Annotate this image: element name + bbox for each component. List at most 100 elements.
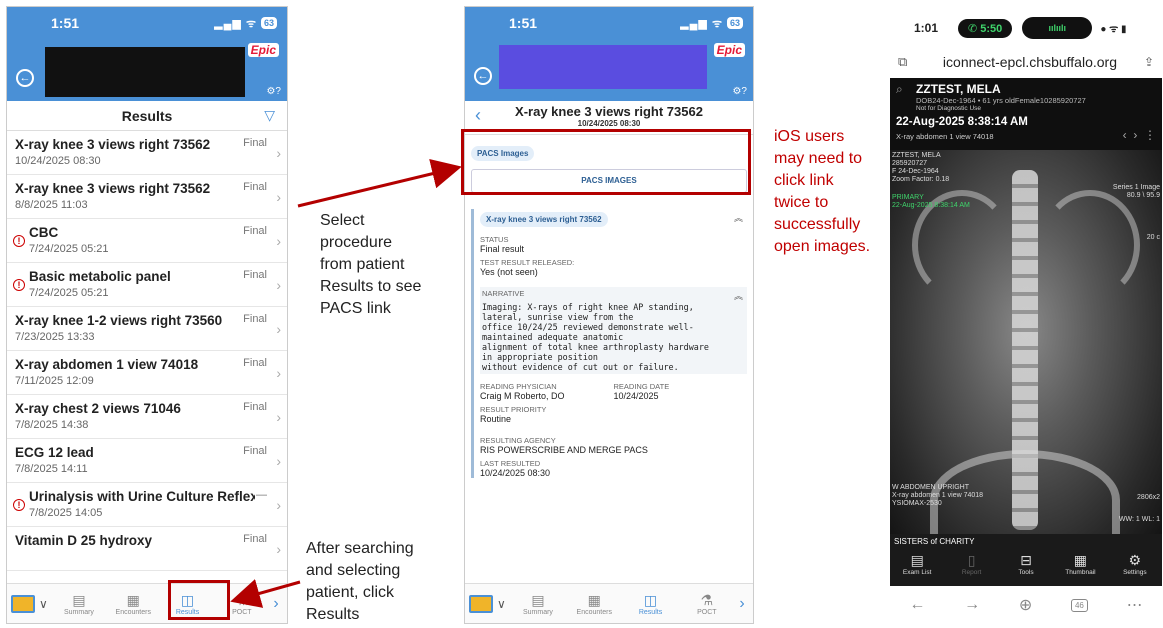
tab-encounters[interactable]: ▦ Encounters — [566, 592, 622, 616]
collapse-icon[interactable]: ︽ — [734, 289, 743, 302]
results-tab-highlight — [168, 580, 230, 620]
folder-icon[interactable] — [11, 594, 35, 613]
result-row[interactable]: ECG 12 lead 7/8/2025 14:11 Final › — [7, 439, 287, 483]
reading-info: READING PHYSICIAN Craig M Roberto, DO RE… — [480, 374, 747, 401]
result-status: Final — [243, 533, 267, 545]
phone-results-screen: 1:51 ▂▄▆ ᯤ 63 ← Epic ⚙? Results ▽ X-ray … — [6, 6, 288, 624]
section-chip: X-ray knee 3 views right 73562 — [480, 212, 608, 227]
epic-logo: Epic — [247, 43, 279, 57]
tab-results[interactable]: ◫ Results — [622, 592, 678, 616]
result-date: 7/8/2025 14:38 — [15, 419, 89, 431]
signal-icon: ▂▄▆ ᯤ — [214, 17, 257, 30]
status-value: Final result — [480, 244, 525, 254]
xray-image[interactable]: ZZTEST, MELA 285920727 F 24-Dec-1964 Zoo… — [890, 150, 1162, 548]
chevron-down-icon[interactable]: ∨ — [497, 597, 506, 611]
chevron-down-icon[interactable]: ∨ — [39, 597, 48, 611]
settings-gear-icon[interactable]: ⚙? — [732, 86, 747, 97]
encounters-icon: ▦ — [587, 591, 601, 608]
result-row[interactable]: X-ray knee 3 views right 73562 10/24/2025… — [7, 131, 287, 175]
overlay-bottom-left: W ABDOMEN UPRIGHT X-ray abdomen 1 view 7… — [892, 484, 984, 507]
patient-header: ⌕ ZZTEST, MELA DOB24-Dec-1964 • 61 yrs o… — [890, 78, 1162, 112]
more-dots-icon[interactable]: ⋯ — [1127, 595, 1143, 615]
result-status: Final — [243, 401, 267, 413]
alert-icon: ! — [13, 499, 25, 511]
chevron-right-icon: › — [276, 233, 281, 249]
forward-arrow-icon[interactable]: → — [964, 596, 980, 614]
tabs-count-icon[interactable]: 46 — [1070, 598, 1088, 612]
result-row[interactable]: ! Basic metabolic panel 7/24/2025 05:21 Fin… — [7, 263, 287, 307]
filter-icon[interactable]: ▽ — [264, 107, 275, 124]
settings-button[interactable]: ⚙ Settings — [1108, 548, 1162, 586]
tab-overview-icon[interactable]: ⧉ — [898, 54, 916, 70]
app-header: ← Epic ⚙? — [7, 39, 287, 101]
released-label: TEST RESULT RELEASED: — [480, 258, 575, 267]
chevron-right-icon[interactable]: › — [269, 595, 283, 613]
back-arrow-icon[interactable]: ← — [474, 67, 492, 85]
result-date: 7/24/2025 05:21 — [29, 243, 109, 255]
collapse-icon[interactable]: ︽ — [734, 211, 743, 224]
thumbnail-button[interactable]: ▦ Thumbnail — [1053, 548, 1107, 586]
summary-icon: ▤ — [72, 591, 86, 608]
report-button[interactable]: ▯ Report — [944, 548, 998, 586]
result-name: X-ray chest 2 views 71046 — [15, 401, 181, 416]
status-bar: 1:01 ✆ 5:50 ıılıılı ● ᯤ ▮ — [890, 10, 1162, 46]
tools-button[interactable]: ⊟ Tools — [999, 548, 1053, 586]
status-bar: 1:51 ▂▄▆ ᯤ 63 — [465, 7, 753, 39]
pacs-link-highlight — [461, 129, 751, 195]
redacted-patient-banner — [45, 47, 245, 97]
dynamic-island: ıılıılı — [1022, 17, 1093, 39]
chevron-right-icon: › — [276, 189, 281, 205]
new-tab-plus-icon[interactable]: ⊕ — [1019, 595, 1032, 615]
study-description: X-ray abdomen 1 view 74018 — [896, 132, 994, 141]
browser-nav-bar: ← → ⊕ 46 ⋯ — [890, 586, 1162, 624]
folder-icon[interactable] — [469, 594, 493, 613]
exam-list-icon: ▤ — [910, 552, 924, 568]
chevron-right-icon: › — [276, 409, 281, 425]
settings-gear-icon[interactable]: ⚙? — [266, 86, 281, 97]
study-nav-arrows[interactable]: ‹ › ⋮ — [1123, 128, 1156, 142]
tab-summary[interactable]: ▤ Summary — [52, 592, 106, 616]
status-time: 1:51 — [509, 15, 538, 31]
result-row[interactable]: ! Urinalysis with Urine Culture Reflex 7/8… — [7, 483, 287, 527]
overlay-primary: PRIMARY 22-Aug-2025 8:38:14 AM — [892, 194, 970, 209]
tab-poct[interactable]: ⚗ POCT — [679, 592, 735, 616]
poct-icon: ⚗ — [700, 591, 714, 608]
reading-physician-label: READING PHYSICIAN — [480, 382, 557, 391]
chevron-right-icon: › — [276, 453, 281, 469]
search-icon[interactable]: ⌕ — [896, 82, 903, 97]
chevron-right-icon: › — [276, 365, 281, 381]
result-row[interactable]: Vitamin D 25 hydroxy Final › — [7, 527, 287, 571]
chevron-right-icon: › — [276, 321, 281, 337]
tab-encounters[interactable]: ▦ Encounters — [106, 592, 160, 616]
phone-pacs-viewer-screen: 1:01 ✆ 5:50 ıılıılı ● ᯤ ▮ ⧉ iconnect-epc… — [890, 10, 1162, 626]
result-date: 7/11/2025 12:09 — [15, 375, 94, 387]
result-row[interactable]: X-ray knee 1-2 views right 73560 7/23/202… — [7, 307, 287, 351]
priority-value: Routine — [480, 414, 512, 424]
result-name: Basic metabolic panel — [29, 269, 171, 284]
result-row[interactable]: X-ray knee 3 views right 73562 8/8/2025 1… — [7, 175, 287, 219]
result-row[interactable]: ! CBC 7/24/2025 05:21 Final › — [7, 219, 287, 263]
browser-url-bar: ⧉ iconnect-epcl.chsbuffalo.org ⇪ — [890, 46, 1162, 78]
exam-list-button[interactable]: ▤ Exam List — [890, 548, 944, 586]
back-arrow-icon[interactable]: ← — [909, 596, 925, 614]
result-date: 10/24/2025 08:30 — [15, 155, 101, 167]
share-icon[interactable]: ⇪ — [1144, 55, 1154, 69]
agency-label: RESULTING AGENCY — [480, 436, 556, 445]
status-time: 1:01 — [914, 21, 939, 35]
result-row[interactable]: X-ray abdomen 1 view 74018 7/11/2025 12:0… — [7, 351, 287, 395]
result-name: X-ray knee 3 views right 73562 — [15, 181, 211, 196]
not-diagnostic-label: Not for Diagnostic Use — [916, 105, 982, 112]
tab-summary[interactable]: ▤ Summary — [510, 592, 566, 616]
chevron-right-icon[interactable]: › — [735, 595, 749, 613]
arrow-to-pacs — [297, 159, 462, 208]
result-status: Final — [243, 181, 267, 193]
result-date: 8/8/2025 11:03 — [15, 199, 88, 211]
result-date: 7/8/2025 14:05 — [29, 507, 103, 519]
phone-result-detail-screen: 1:51 ▂▄▆ ᯤ 63 ← Epic ⚙? ‹ X-ray knee 3 v… — [464, 6, 754, 624]
back-arrow-icon[interactable]: ← — [16, 69, 34, 87]
url-text[interactable]: iconnect-epcl.chsbuffalo.org — [916, 54, 1144, 70]
call-indicator: ✆ 5:50 — [958, 18, 1013, 38]
back-chevron-icon[interactable]: ‹ — [475, 105, 481, 126]
result-row[interactable]: X-ray chest 2 views 71046 7/8/2025 14:38 F… — [7, 395, 287, 439]
overlay-top-left: ZZTEST, MELA 285920727 F 24-Dec-1964 Zoo… — [892, 152, 950, 183]
